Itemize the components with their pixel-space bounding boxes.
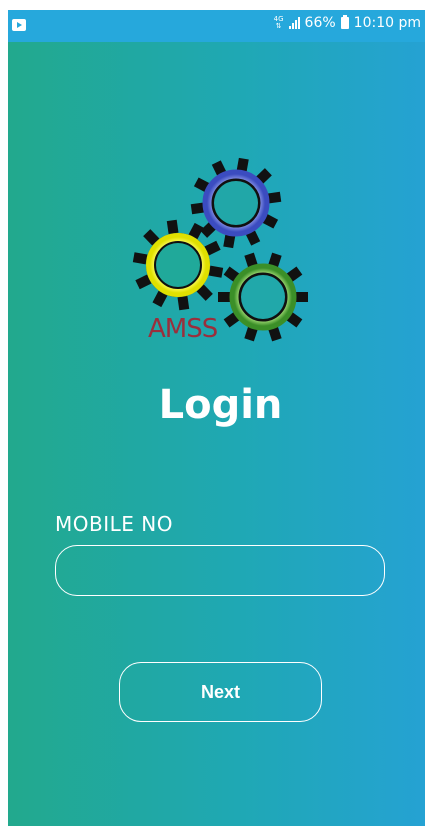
login-screen: 4G ⇅ 66% 10:10 pm AMSS Login MOBILE NO N… bbox=[8, 10, 425, 826]
clock: 10:10 pm bbox=[353, 15, 421, 31]
page-title: Login bbox=[158, 382, 283, 428]
next-button[interactable]: Next bbox=[119, 662, 322, 722]
battery-icon bbox=[340, 15, 349, 29]
logo-text: AMSS bbox=[148, 314, 218, 344]
status-indicators: 4G ⇅ 66% 10:10 pm bbox=[274, 15, 421, 31]
signal-strength-icon bbox=[288, 17, 300, 29]
mobile-number-label: MOBILE NO bbox=[55, 512, 173, 536]
amss-logo: AMSS bbox=[127, 148, 320, 354]
battery-percentage: 66% bbox=[304, 15, 336, 31]
mobile-number-input[interactable] bbox=[55, 545, 385, 596]
youtube-notification-icon bbox=[12, 19, 26, 31]
status-bar: 4G ⇅ 66% 10:10 pm bbox=[8, 10, 425, 42]
network-type-icon: 4G ⇅ bbox=[273, 15, 284, 30]
